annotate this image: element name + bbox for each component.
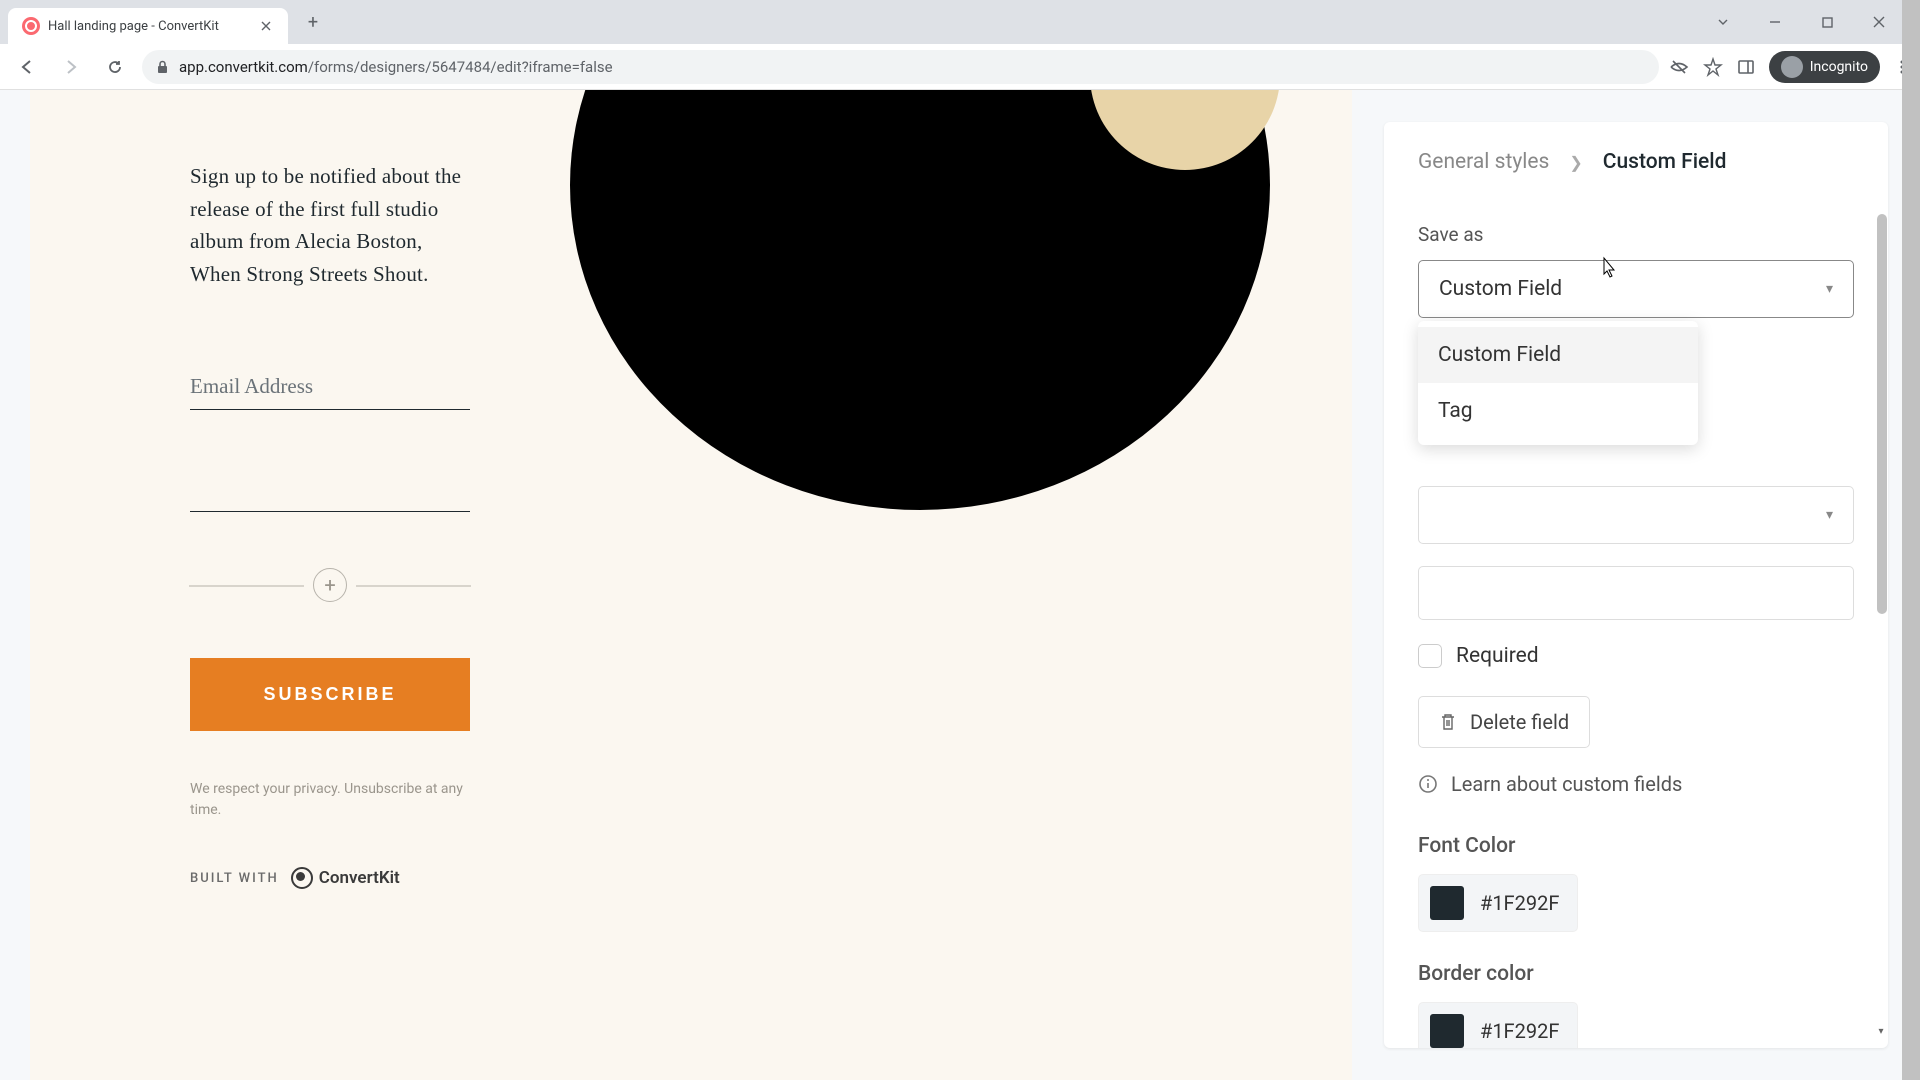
built-with-label: BUILT WITH (190, 871, 279, 886)
reload-button[interactable] (98, 50, 132, 84)
forward-button[interactable] (54, 50, 88, 84)
panel-card: General styles ❯ Custom Field Save as Cu… (1384, 122, 1888, 1048)
close-tab-icon[interactable] (258, 18, 274, 34)
border-color-value: #1F292F (1480, 1019, 1559, 1043)
dropdown-option-custom-field[interactable]: Custom Field (1418, 327, 1698, 383)
border-color-picker[interactable]: #1F292F (1418, 1002, 1578, 1048)
lock-icon (156, 60, 169, 74)
incognito-icon (1781, 56, 1803, 78)
privacy-text[interactable]: We respect your privacy. Unsubscribe at … (190, 779, 470, 821)
panel-breadcrumb: General styles ❯ Custom Field (1384, 122, 1888, 203)
breadcrumb-current: Custom Field (1603, 150, 1727, 174)
minimize-icon[interactable] (1760, 7, 1790, 37)
form-description[interactable]: Sign up to be notified about the release… (190, 160, 470, 290)
scrollbar-thumb[interactable] (1877, 214, 1887, 614)
tab-title: Hall landing page - ConvertKit (48, 19, 250, 34)
chevron-right-icon: ❯ (1569, 153, 1582, 172)
new-tab-button[interactable]: + (298, 7, 328, 37)
custom-field-input[interactable] (190, 466, 470, 512)
save-as-group: Save as Custom Field ▾ Custom Field Tag (1418, 223, 1854, 318)
chevron-down-icon[interactable] (1708, 7, 1738, 37)
maximize-icon[interactable] (1812, 7, 1842, 37)
page-scrollbar[interactable] (1902, 0, 1920, 1080)
convertkit-logo-icon (291, 867, 313, 889)
close-window-icon[interactable] (1864, 7, 1894, 37)
incognito-badge[interactable]: Incognito (1769, 51, 1880, 83)
save-as-select[interactable]: Custom Field ▾ (1418, 260, 1854, 318)
tab-bar: Hall landing page - ConvertKit + (0, 0, 1920, 44)
add-field-button[interactable]: + (313, 568, 347, 602)
star-icon[interactable] (1703, 57, 1723, 77)
divider (189, 585, 304, 587)
trash-icon (1439, 712, 1457, 732)
favicon-icon (22, 17, 40, 35)
divider (356, 585, 471, 587)
required-label: Required (1456, 644, 1539, 668)
breadcrumb-general-styles[interactable]: General styles (1418, 150, 1549, 174)
border-color-label: Border color (1418, 962, 1854, 986)
browser-chrome: Hall landing page - ConvertKit + app.con… (0, 0, 1920, 90)
built-with-badge[interactable]: BUILT WITH ConvertKit (190, 867, 470, 889)
field-name-select[interactable]: ▾ (1418, 486, 1854, 544)
color-swatch (1430, 1014, 1464, 1048)
subscribe-button[interactable]: SUBSCRIBE (190, 658, 470, 731)
color-swatch (1430, 886, 1464, 920)
info-icon (1418, 774, 1438, 794)
panel-body: Save as Custom Field ▾ Custom Field Tag … (1384, 203, 1888, 1048)
settings-panel: General styles ❯ Custom Field Save as Cu… (1352, 90, 1920, 1080)
save-as-label: Save as (1418, 223, 1854, 246)
back-button[interactable] (10, 50, 44, 84)
chevron-down-icon: ▾ (1826, 281, 1833, 297)
browser-tab[interactable]: Hall landing page - ConvertKit (8, 8, 288, 44)
window-controls (1708, 7, 1912, 37)
label-input[interactable] (1418, 566, 1854, 620)
required-checkbox[interactable] (1418, 644, 1442, 668)
hero-image (570, 90, 1270, 510)
panel-icon[interactable] (1737, 58, 1755, 76)
font-color-picker[interactable]: #1F292F (1418, 874, 1578, 932)
scroll-down-icon[interactable]: ▾ (1874, 1024, 1888, 1038)
convertkit-logo: ConvertKit (291, 867, 400, 889)
dropdown-option-tag[interactable]: Tag (1418, 383, 1698, 439)
font-color-value: #1F292F (1480, 891, 1559, 915)
address-bar[interactable]: app.convertkit.com/forms/designers/56474… (142, 50, 1659, 84)
required-checkbox-row[interactable]: Required (1418, 644, 1854, 668)
font-color-label: Font Color (1418, 834, 1854, 858)
url-text: app.convertkit.com/forms/designers/56474… (179, 58, 613, 76)
delete-field-button[interactable]: Delete field (1418, 696, 1590, 748)
eye-off-icon[interactable] (1669, 57, 1689, 77)
learn-link[interactable]: Learn about custom fields (1418, 772, 1854, 796)
email-field[interactable] (190, 364, 470, 410)
scrollbar-thumb[interactable] (1902, 0, 1920, 1080)
chevron-down-icon: ▾ (1826, 507, 1833, 523)
browser-toolbar: app.convertkit.com/forms/designers/56474… (0, 44, 1920, 90)
toolbar-right: Incognito (1669, 51, 1910, 83)
panel-scrollbar[interactable]: ▾ (1876, 202, 1888, 1038)
form-content: Sign up to be notified about the release… (190, 100, 470, 889)
page-content: Sign up to be notified about the release… (0, 90, 1920, 1080)
save-as-dropdown: Custom Field Tag (1418, 321, 1698, 445)
canvas-area: Sign up to be notified about the release… (0, 90, 1352, 1080)
